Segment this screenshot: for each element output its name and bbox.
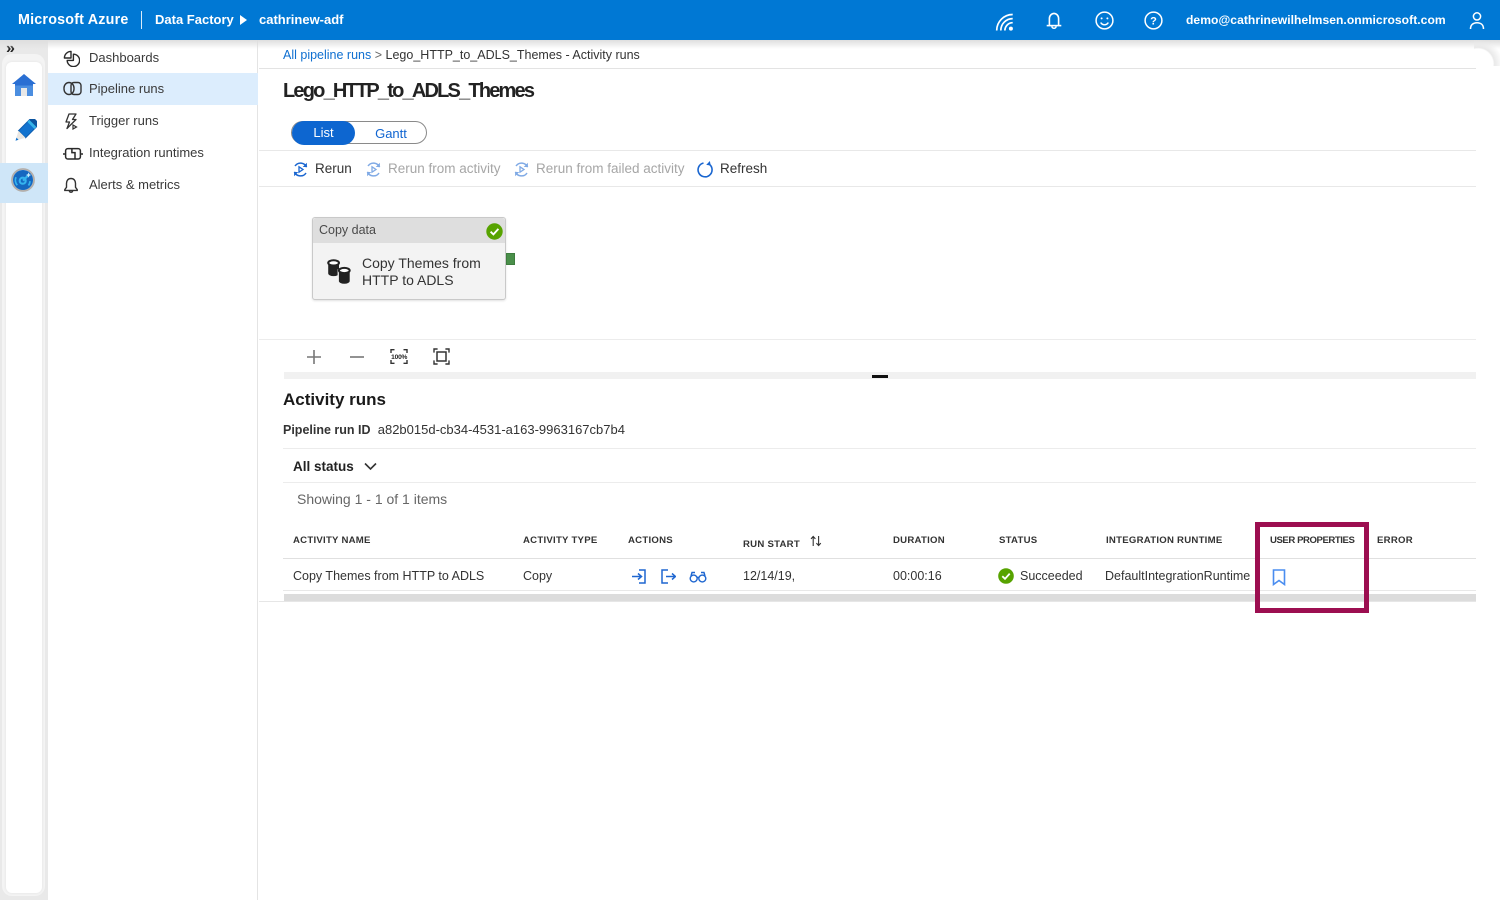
svg-text:?: ?: [1150, 15, 1157, 27]
svg-text:100%: 100%: [391, 354, 407, 361]
